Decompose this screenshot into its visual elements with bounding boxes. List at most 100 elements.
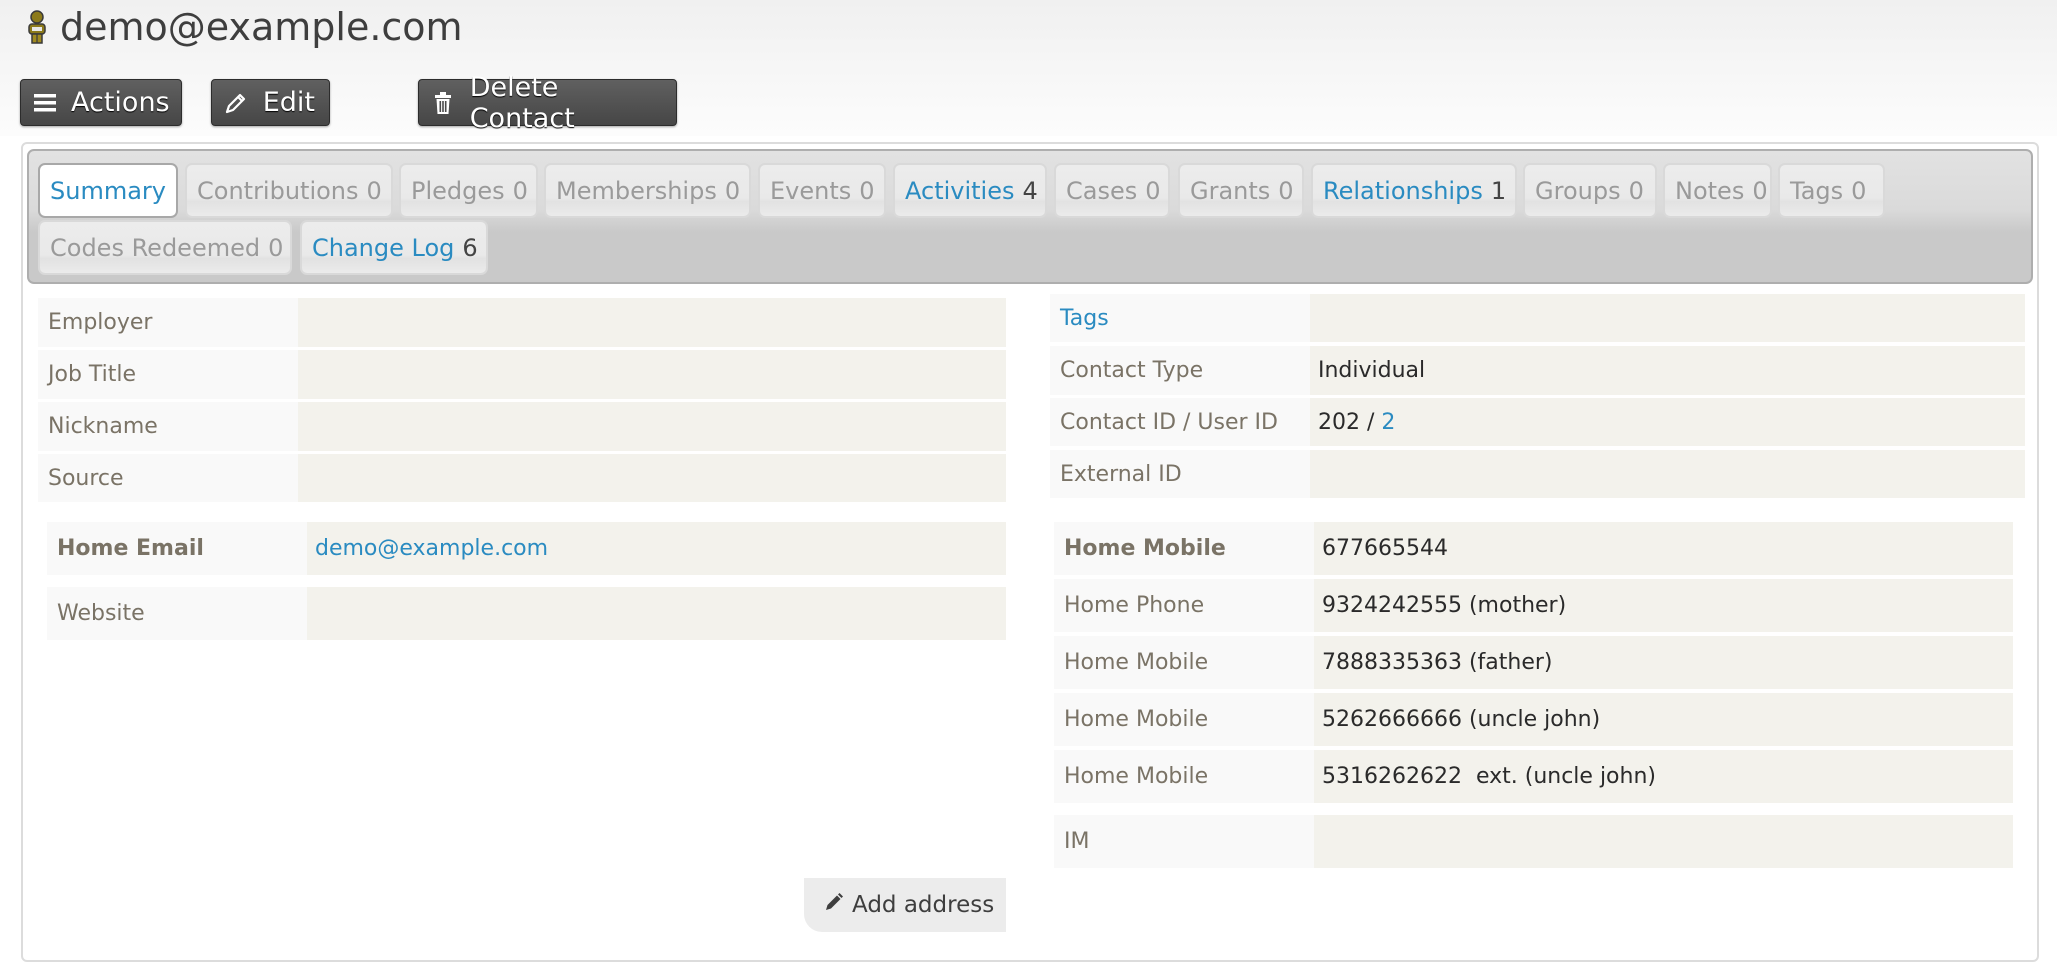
edit-button[interactable]: Edit (211, 79, 330, 126)
actions-button[interactable]: Actions (20, 79, 182, 126)
tab-label: Cases (1066, 176, 1138, 205)
actions-button-label: Actions (71, 87, 170, 118)
phone-row: Home Mobile 5262666666 (uncle john) (1054, 693, 2013, 746)
im-row: IM (1054, 815, 2013, 868)
tab-label: Activities (905, 176, 1015, 205)
tab-tags[interactable]: Tags 0 (1778, 163, 1885, 218)
tab-codes-redeemed[interactable]: Codes Redeemed 0 (38, 220, 292, 275)
info-row-job-title: Job Title (38, 350, 1006, 399)
job-title-value[interactable] (298, 350, 1006, 399)
tab-count: 0 (268, 233, 284, 262)
tab-count: 1 (1490, 176, 1507, 205)
add-address-button[interactable]: Add address (804, 878, 1006, 932)
website-label: Website (47, 587, 307, 640)
phone-row: Home Mobile 5316262622 ext. (uncle john) (1054, 750, 2013, 803)
im-value[interactable] (1314, 815, 2013, 868)
phone-value: 677665544 (1314, 522, 2013, 575)
phone-value: 9324242555 (mother) (1314, 579, 2013, 632)
edit-button-label: Edit (262, 87, 315, 118)
info-row-employer: Employer (38, 298, 1006, 347)
tab-label: Groups (1535, 176, 1621, 205)
field-label: External ID (1050, 450, 1310, 498)
tab-summary[interactable]: Summary (38, 163, 178, 218)
info-row-contact-id: Contact ID / User ID 202 / 2 (1050, 398, 2025, 446)
phone-value: 5316262622 ext. (uncle john) (1314, 750, 2013, 803)
phone-value: 7888335363 (father) (1314, 636, 2013, 689)
info-row-contact-type: Contact Type Individual (1050, 346, 2025, 395)
tab-activities[interactable]: Activities 4 (893, 163, 1047, 218)
tab-label: Events (770, 176, 852, 205)
employer-value[interactable] (298, 298, 1006, 347)
website-value[interactable] (307, 587, 1006, 640)
person-icon (28, 10, 46, 44)
id-separator: / (1360, 409, 1382, 435)
website-row: Website (47, 587, 1006, 640)
tab-label: Grants (1190, 176, 1271, 205)
tab-label: Codes Redeemed (50, 233, 261, 262)
tab-groups[interactable]: Groups 0 (1523, 163, 1657, 218)
phone-label: Home Mobile (1054, 636, 1314, 689)
tab-count: 4 (1022, 176, 1038, 205)
phone-label: Home Mobile (1054, 522, 1314, 575)
tab-cases[interactable]: Cases 0 (1054, 163, 1170, 218)
tab-contributions[interactable]: Contributions 0 (185, 163, 393, 218)
phone-label: Home Mobile (1054, 693, 1314, 746)
delete-contact-button[interactable]: Delete Contact (418, 72, 677, 134)
tab-label: Notes (1675, 176, 1745, 205)
email-link[interactable]: demo@example.com (315, 536, 548, 561)
trash-icon (431, 90, 456, 116)
phone-value: 5262666666 (uncle john) (1314, 693, 2013, 746)
tab-memberships[interactable]: Memberships 0 (544, 163, 751, 218)
tab-grants[interactable]: Grants 0 (1178, 163, 1304, 218)
tab-label: Pledges (411, 176, 505, 205)
tab-count: 0 (512, 176, 528, 205)
contact-display-name: demo@example.com (60, 5, 463, 49)
tab-label: Contributions (197, 176, 359, 205)
add-address-label: Add address (852, 892, 995, 918)
tab-change-log[interactable]: Change Log 6 (300, 220, 488, 275)
source-value[interactable] (298, 454, 1006, 502)
field-label: Contact ID / User ID (1050, 398, 1310, 446)
tab-count: 0 (724, 176, 741, 205)
tab-count: 0 (1628, 176, 1644, 205)
tab-events[interactable]: Events 0 (758, 163, 886, 218)
email-label: Home Email (47, 522, 307, 575)
hamburger-menu-icon (33, 90, 57, 116)
tab-count: 0 (1145, 176, 1161, 205)
phone-row: Home Mobile 7888335363 (father) (1054, 636, 2013, 689)
tab-pledges[interactable]: Pledges 0 (399, 163, 538, 218)
delete-contact-button-label: Delete Contact (469, 71, 575, 134)
contact-type-value: Individual (1310, 346, 2025, 395)
nickname-value[interactable] (298, 402, 1006, 451)
info-row-nickname: Nickname (38, 402, 1006, 451)
tab-label: Summary (50, 176, 166, 205)
tab-label: Tags (1790, 176, 1844, 205)
field-label: Source (38, 454, 298, 502)
tags-link[interactable]: Tags (1050, 294, 1310, 342)
phone-row: Home Phone 9324242555 (mother) (1054, 579, 2013, 632)
field-label: Employer (38, 298, 298, 347)
tags-value[interactable] (1310, 294, 2025, 342)
tab-count: 0 (1278, 176, 1294, 205)
info-row-external-id: External ID (1050, 450, 2025, 498)
field-label: Nickname (38, 402, 298, 451)
email-value: demo@example.com (307, 522, 1006, 575)
external-id-value[interactable] (1310, 450, 2025, 498)
page-title: demo@example.com (26, 2, 463, 52)
tab-label: Change Log (312, 233, 455, 262)
tab-label: Relationships (1323, 176, 1483, 205)
info-row-source: Source (38, 454, 1006, 502)
contact-id: 202 (1318, 409, 1360, 435)
im-label: IM (1054, 815, 1314, 868)
tab-count: 0 (1851, 176, 1867, 205)
user-id-link[interactable]: 2 (1381, 410, 1395, 435)
tab-notes[interactable]: Notes 0 (1663, 163, 1772, 218)
phone-row: Home Mobile 677665544 (1054, 522, 2013, 575)
email-row: Home Email demo@example.com (47, 522, 1006, 575)
contact-id-value: 202 / 2 (1310, 398, 2025, 446)
pencil-icon (224, 90, 249, 116)
field-label: Contact Type (1050, 346, 1310, 395)
tab-relationships[interactable]: Relationships 1 (1311, 163, 1517, 218)
field-label: Job Title (38, 350, 298, 399)
tab-count: 0 (1752, 176, 1768, 205)
